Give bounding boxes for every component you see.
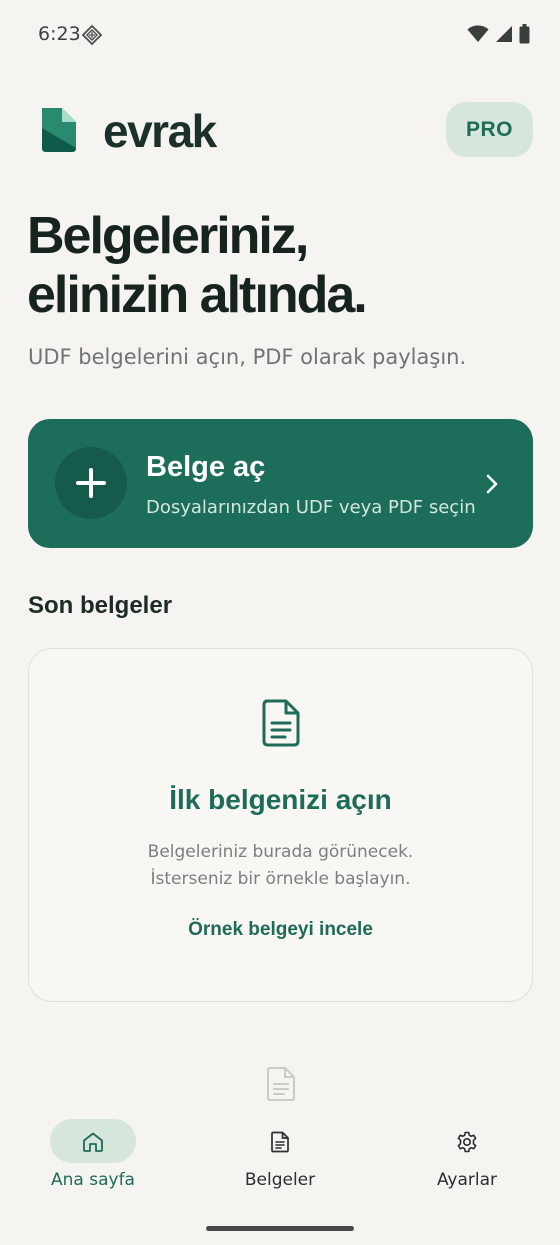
- empty-state-title: İlk belgenizi açın: [169, 784, 392, 815]
- nav-item-home[interactable]: Ana sayfa: [23, 1110, 163, 1200]
- gear-icon: [457, 1131, 477, 1153]
- nav-label-documents: Belgeler: [244, 1170, 316, 1190]
- recent-documents-title: Son belgeler: [28, 592, 173, 619]
- home-icon: [83, 1132, 103, 1152]
- open-document-button[interactable]: Belge aç Dosyalarınızdan UDF veya PDF se…: [28, 419, 533, 548]
- hero-title-line1: Belgeleriniz,: [27, 207, 309, 265]
- gesture-home-bar[interactable]: [206, 1226, 354, 1231]
- empty-state-text-1: Belgeleriniz burada görünecek.: [147, 842, 414, 862]
- document-icon: [262, 699, 300, 747]
- hero-title-line2: elinizin altında.: [27, 266, 368, 324]
- brand-name: evrak: [103, 105, 217, 157]
- hero-title: Belgeleriniz, elinizin altında.: [27, 207, 527, 325]
- bottom-navigation: Ana sayfa Belgeler Ayarlar: [0, 1110, 560, 1210]
- hero-subtitle: UDF belgelerini açın, PDF olarak paylaşı…: [28, 345, 467, 369]
- open-document-description: Dosyalarınızdan UDF veya PDF seçin: [146, 497, 476, 518]
- notification-icon: [82, 25, 102, 45]
- wifi-icon: [467, 25, 489, 42]
- plus-icon: [55, 447, 127, 519]
- battery-icon: [519, 24, 530, 44]
- signal-icon: [496, 26, 512, 42]
- pro-button[interactable]: PRO: [446, 102, 533, 157]
- nav-item-documents[interactable]: Belgeler: [210, 1110, 350, 1200]
- status-icons: [467, 24, 530, 44]
- empty-state-card: İlk belgenizi açın Belgeleriniz burada g…: [28, 648, 533, 1002]
- document-icon: [271, 1131, 289, 1153]
- nav-label-home: Ana sayfa: [51, 1170, 135, 1190]
- nav-item-settings[interactable]: Ayarlar: [397, 1110, 537, 1200]
- open-document-title: Belge aç: [146, 451, 266, 483]
- logo-icon: [42, 108, 76, 152]
- empty-state-text-2: İsterseniz bir örnekle başlayın.: [150, 869, 411, 889]
- status-bar: 6:23: [0, 0, 560, 68]
- chevron-right-icon: [486, 474, 498, 494]
- status-time: 6:23: [38, 23, 81, 45]
- nav-label-settings: Ayarlar: [436, 1170, 498, 1190]
- document-icon: [267, 1067, 295, 1101]
- sample-document-link[interactable]: Örnek belgeyi incele: [29, 919, 532, 941]
